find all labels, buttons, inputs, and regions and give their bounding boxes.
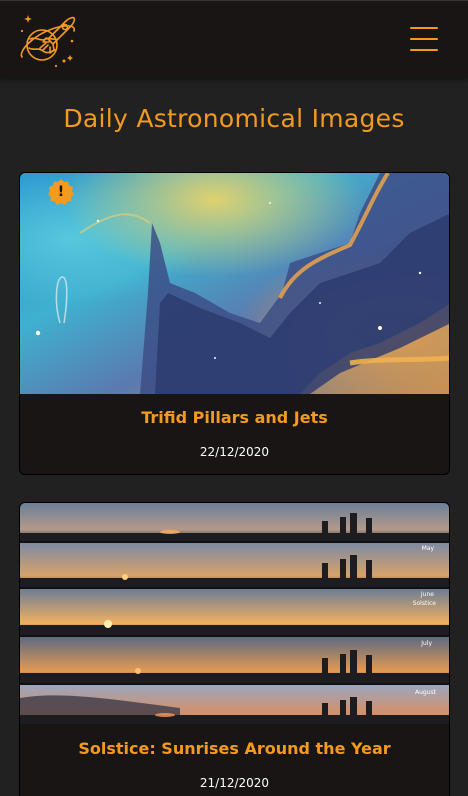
image-card[interactable]: ! Trifid Pillars and Jets 22/12/2020	[19, 172, 450, 475]
badge-text: !	[57, 184, 65, 200]
menu-line	[410, 38, 438, 40]
sunrise-panorama-image[interactable]: May June Solstice July August	[20, 503, 450, 724]
nebula-image[interactable]	[20, 173, 450, 394]
strip-label: June	[420, 591, 434, 598]
page-title: Daily Astronomical Images	[63, 104, 405, 133]
navbar	[0, 0, 468, 78]
card-title[interactable]: Trifid Pillars and Jets	[20, 408, 449, 427]
menu-line	[410, 27, 438, 29]
menu-line	[410, 49, 438, 51]
card-title[interactable]: Solstice: Sunrises Around the Year	[20, 739, 449, 758]
card-date: 22/12/2020	[199, 445, 270, 459]
rocket-planet-logo-icon[interactable]	[16, 9, 78, 71]
strip-label: August	[415, 689, 437, 696]
strip-label: May	[422, 545, 435, 552]
strip-label: July	[420, 640, 432, 647]
strip-label: Solstice	[413, 600, 437, 607]
image-card[interactable]: May June Solstice July August Solstice: …	[19, 502, 450, 796]
card-date: 21/12/2020	[199, 776, 270, 790]
hamburger-menu-icon[interactable]	[410, 27, 438, 51]
